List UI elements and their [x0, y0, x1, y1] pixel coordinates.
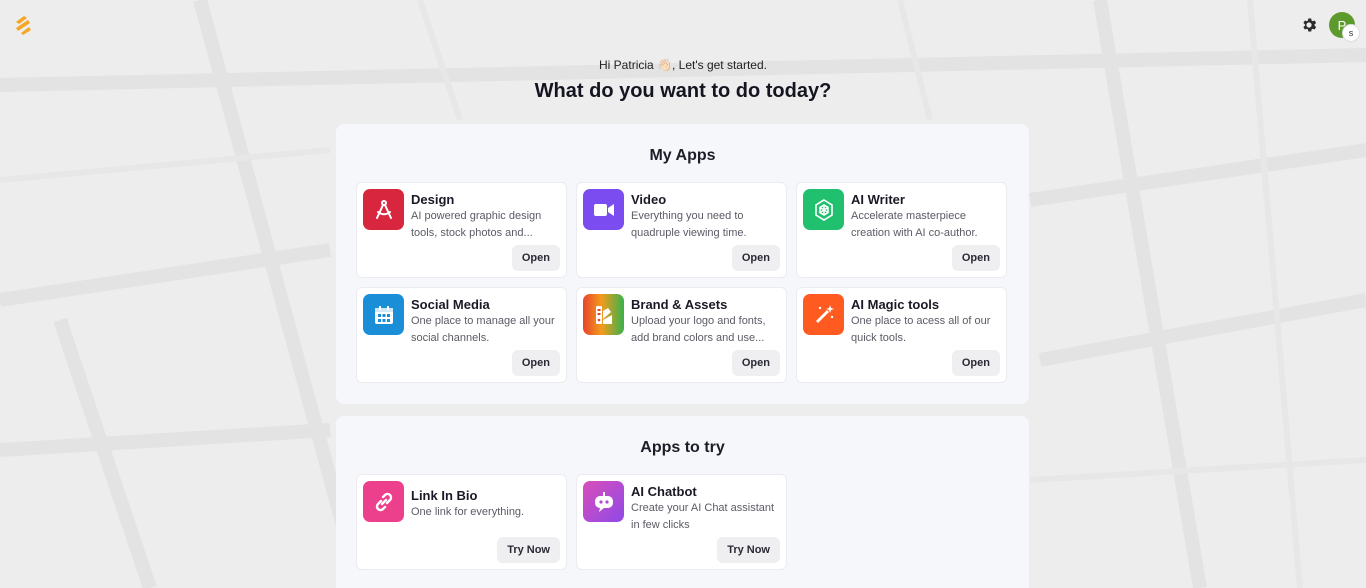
- page-title: What do you want to do today?: [534, 80, 832, 102]
- app-card-ai-magic-tools[interactable]: AI Magic tools One place to acess all of…: [796, 287, 1007, 383]
- app-card-design[interactable]: Design AI powered graphic design tools, …: [356, 182, 567, 278]
- gear-icon[interactable]: [1300, 16, 1318, 34]
- video-camera-icon: [593, 203, 614, 216]
- app-card-brand-assets[interactable]: Brand & Assets Upload your logo and font…: [576, 287, 787, 383]
- link-icon: [375, 492, 392, 511]
- open-button[interactable]: Open: [731, 350, 780, 376]
- chatbot-icon: [594, 491, 613, 512]
- design-compass-icon: [375, 199, 392, 219]
- app-title: AI Chatbot: [631, 484, 697, 499]
- open-button[interactable]: Open: [731, 245, 780, 271]
- icon-box: [803, 189, 844, 230]
- app-title: Video: [631, 192, 667, 207]
- app-card-video[interactable]: Video Everything you need to quadruple v…: [576, 182, 787, 278]
- app-title: AI Writer: [851, 192, 905, 207]
- app-title: Link In Bio: [411, 488, 478, 503]
- app-card-ai-writer[interactable]: AI Writer Accelerate masterpiece creatio…: [796, 182, 1007, 278]
- app-card-link-in-bio[interactable]: Link In Bio One link for everything. Try…: [356, 474, 567, 570]
- my-apps-panel: My Apps Design AI powered graphic design…: [336, 124, 1029, 404]
- app-description: Upload your logo and fonts, add brand co…: [631, 315, 766, 344]
- icon-box: [363, 294, 404, 335]
- icon-box: [583, 481, 624, 522]
- apps-to-try-title: Apps to try: [640, 439, 725, 456]
- icon-box: [583, 189, 624, 230]
- brand-palette-icon: [595, 305, 612, 324]
- brand-logo-icon[interactable]: [13, 14, 33, 36]
- open-button[interactable]: Open: [511, 245, 560, 271]
- greeting: Hi Patricia 👋🏻, Let's get started.: [599, 58, 767, 72]
- open-button[interactable]: Open: [511, 350, 560, 376]
- app-description: Create your AI Chat assistant in few cli…: [631, 502, 775, 531]
- calendar-icon: [374, 305, 393, 324]
- try-now-button[interactable]: Try Now: [497, 537, 560, 563]
- app-description: One place to acess all of our quick tool…: [851, 315, 991, 344]
- app-card-ai-chatbot[interactable]: AI Chatbot Create your AI Chat assistant…: [576, 474, 787, 570]
- avatar-badge: s: [1342, 24, 1360, 42]
- app-description: Everything you need to quadruple viewing…: [631, 210, 747, 239]
- my-apps-title: My Apps: [649, 147, 716, 164]
- app-title: Social Media: [411, 297, 490, 312]
- icon-box: [803, 294, 844, 335]
- app-description: One link for everything.: [411, 506, 525, 518]
- app-description: One place to manage all your social chan…: [411, 315, 555, 344]
- icon-box: [363, 189, 404, 230]
- open-button[interactable]: Open: [951, 350, 1000, 376]
- open-button[interactable]: Open: [951, 245, 1000, 271]
- app-title: Brand & Assets: [631, 297, 728, 312]
- app-card-social-media[interactable]: Social Media One place to manage all you…: [356, 287, 567, 383]
- try-now-button[interactable]: Try Now: [717, 537, 780, 563]
- icon-box: [363, 481, 404, 522]
- app-description: AI powered graphic design tools, stock p…: [411, 210, 542, 239]
- app-description: Accelerate masterpiece creation with AI …: [851, 210, 978, 239]
- ai-writer-icon: [814, 198, 833, 221]
- apps-to-try-panel: Apps to try Link In Bio One link for eve…: [336, 416, 1029, 588]
- icon-box: [583, 294, 624, 335]
- magic-wand-icon: [815, 304, 834, 323]
- app-title: Design: [411, 192, 455, 207]
- app-title: AI Magic tools: [851, 297, 940, 312]
